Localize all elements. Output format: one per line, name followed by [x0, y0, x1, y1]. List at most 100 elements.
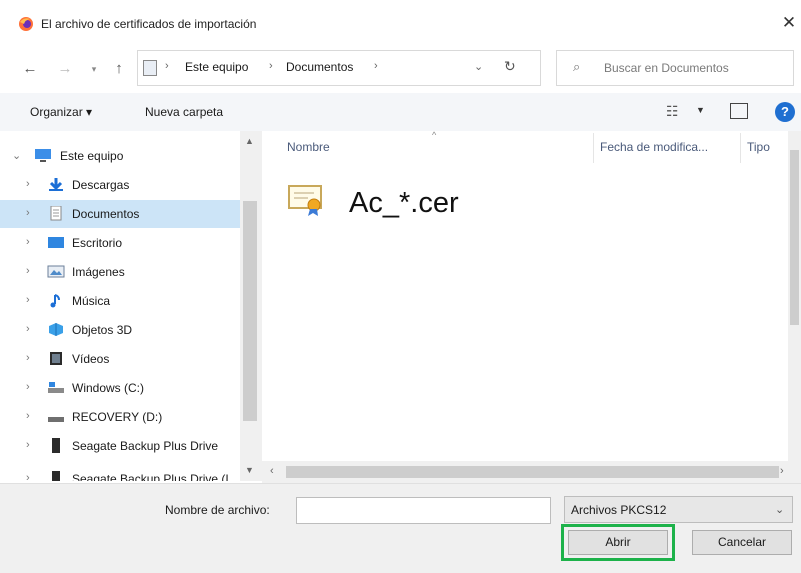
- navigation-pane: ⌄ Este equipo › Descargas › Documentos ›…: [0, 131, 262, 481]
- open-button[interactable]: Abrir: [568, 530, 668, 555]
- filetype-select[interactable]: Archivos PKCS12 ⌄: [564, 496, 793, 523]
- objects3d-icon: [49, 323, 63, 336]
- breadcrumb-este-equipo[interactable]: Este equipo: [185, 60, 248, 74]
- horizontal-scrollbar-thumb[interactable]: [286, 466, 779, 478]
- address-bar[interactable]: › Este equipo › Documentos › ⌄: [137, 50, 541, 86]
- scroll-right-icon[interactable]: ›: [780, 465, 784, 477]
- nav-scrollbar-thumb[interactable]: [243, 201, 257, 421]
- breadcrumb-documentos[interactable]: Documentos: [286, 60, 353, 74]
- videos-icon: [50, 352, 62, 365]
- chevron-right-icon[interactable]: ›: [26, 323, 30, 335]
- nav-item-descargas[interactable]: › Descargas: [0, 171, 240, 199]
- chevron-right-icon[interactable]: ›: [26, 352, 30, 364]
- breadcrumb-separator-icon[interactable]: ›: [374, 60, 378, 72]
- up-arrow-icon[interactable]: ↑: [109, 58, 129, 80]
- chevron-right-icon[interactable]: ›: [26, 265, 30, 277]
- cancel-button[interactable]: Cancelar: [692, 530, 792, 555]
- music-icon: [50, 294, 60, 308]
- refresh-icon[interactable]: ↻: [504, 58, 516, 75]
- chevron-right-icon[interactable]: ›: [26, 381, 30, 393]
- drive-c-icon: [48, 382, 64, 393]
- filetype-value: Archivos PKCS12: [571, 503, 667, 517]
- chevron-right-icon[interactable]: ›: [26, 410, 30, 422]
- chevron-right-icon[interactable]: ›: [26, 294, 30, 306]
- nav-item-este-equipo[interactable]: ⌄ Este equipo: [0, 142, 240, 170]
- organize-button[interactable]: Organizar ▾: [30, 105, 92, 119]
- scroll-left-icon[interactable]: ‹: [270, 465, 274, 477]
- nav-item-documentos[interactable]: › Documentos: [0, 200, 240, 228]
- sort-ascending-icon: ^: [432, 130, 437, 140]
- chevron-down-icon[interactable]: ⌄: [12, 149, 21, 162]
- preview-pane-icon[interactable]: [730, 103, 748, 119]
- nav-item-seagate-2[interactable]: › Seagate Backup Plus Drive (I: [0, 465, 240, 481]
- nav-item-videos[interactable]: › Vídeos: [0, 345, 240, 373]
- window-title: El archivo de certificados de importació…: [41, 17, 257, 31]
- forward-arrow-icon[interactable]: →: [55, 58, 75, 80]
- chevron-right-icon[interactable]: ›: [26, 472, 30, 481]
- documents-icon: [50, 206, 62, 221]
- nav-item-label: Descargas: [72, 178, 130, 192]
- pc-icon: [143, 60, 157, 76]
- nav-item-seagate-1[interactable]: › Seagate Backup Plus Drive: [0, 432, 240, 460]
- help-icon[interactable]: ?: [775, 102, 795, 122]
- chevron-right-icon[interactable]: ›: [26, 178, 30, 190]
- nav-item-label: Windows (C:): [72, 381, 145, 395]
- nav-item-label: Imágenes: [72, 265, 125, 279]
- dialog-footer: Nombre de archivo: ⌄ Archivos PKCS12 ⌄ A…: [0, 483, 801, 573]
- external-drive-icon: [52, 438, 60, 453]
- nav-item-escritorio[interactable]: › Escritorio: [0, 229, 240, 257]
- nav-item-label: Vídeos: [72, 352, 110, 366]
- search-box[interactable]: ⌕ Buscar en Documentos: [556, 50, 794, 86]
- drive-d-icon: [48, 417, 64, 422]
- pictures-icon: [47, 265, 65, 278]
- external-drive-icon: [52, 471, 60, 481]
- file-list-scrollbar-thumb[interactable]: [790, 150, 799, 325]
- scroll-down-icon[interactable]: ▼: [245, 465, 254, 475]
- nav-item-label: Este equipo: [60, 149, 124, 163]
- scroll-up-icon[interactable]: ▲: [245, 136, 254, 146]
- column-header-type[interactable]: Tipo: [747, 140, 770, 154]
- new-folder-button[interactable]: Nueva carpeta: [145, 105, 223, 119]
- nav-item-musica[interactable]: › Música: [0, 287, 240, 315]
- filename-input[interactable]: ⌄: [296, 497, 551, 524]
- column-divider[interactable]: [740, 133, 741, 163]
- back-arrow-icon[interactable]: ←: [20, 58, 40, 80]
- file-name: Ac_*.cer: [349, 187, 459, 219]
- breadcrumb-separator-icon[interactable]: ›: [269, 60, 273, 72]
- nav-item-objetos-3d[interactable]: › Objetos 3D: [0, 316, 240, 344]
- file-item[interactable]: Ac_*.cer: [285, 180, 485, 230]
- close-button[interactable]: ✕: [778, 12, 800, 34]
- horizontal-scrollbar[interactable]: ‹ ›: [262, 461, 801, 483]
- chevron-right-icon[interactable]: ›: [26, 207, 30, 219]
- computer-icon: [35, 149, 51, 162]
- title-bar: El archivo de certificados de importació…: [0, 0, 801, 48]
- nav-item-label: Seagate Backup Plus Drive: [72, 439, 219, 453]
- nav-item-label: Seagate Backup Plus Drive (I: [72, 472, 229, 481]
- nav-item-windows-c[interactable]: › Windows (C:): [0, 374, 240, 402]
- breadcrumb-separator-icon[interactable]: ›: [165, 60, 169, 72]
- downloads-icon: [49, 178, 63, 191]
- column-header-name[interactable]: Nombre: [287, 140, 330, 154]
- recent-locations-icon[interactable]: ▾: [84, 58, 104, 80]
- command-toolbar: Organizar ▾ Nueva carpeta ☷ ▼ ?: [0, 93, 801, 131]
- certificate-icon: [288, 185, 322, 216]
- filename-label: Nombre de archivo:: [165, 503, 270, 517]
- view-options-icon[interactable]: ☷: [666, 103, 679, 120]
- nav-item-label: Documentos: [72, 207, 140, 221]
- nav-item-label: RECOVERY (D:): [72, 410, 163, 424]
- nav-item-label: Objetos 3D: [72, 323, 133, 337]
- chevron-right-icon[interactable]: ›: [26, 439, 30, 451]
- search-placeholder: Buscar en Documentos: [604, 61, 729, 75]
- nav-item-imagenes[interactable]: › Imágenes: [0, 258, 240, 286]
- chevron-right-icon[interactable]: ›: [26, 236, 30, 248]
- chevron-down-icon[interactable]: ▼: [696, 105, 705, 115]
- chevron-down-icon[interactable]: ⌄: [474, 60, 483, 73]
- desktop-icon: [48, 237, 64, 248]
- nav-item-recovery-d[interactable]: › RECOVERY (D:): [0, 403, 240, 431]
- search-icon: ⌕: [573, 59, 581, 74]
- column-divider[interactable]: [593, 133, 594, 163]
- column-header-date[interactable]: Fecha de modifica...: [600, 140, 708, 154]
- nav-item-label: Música: [72, 294, 111, 308]
- firefox-icon: [19, 17, 33, 31]
- chevron-down-icon[interactable]: ⌄: [775, 503, 784, 516]
